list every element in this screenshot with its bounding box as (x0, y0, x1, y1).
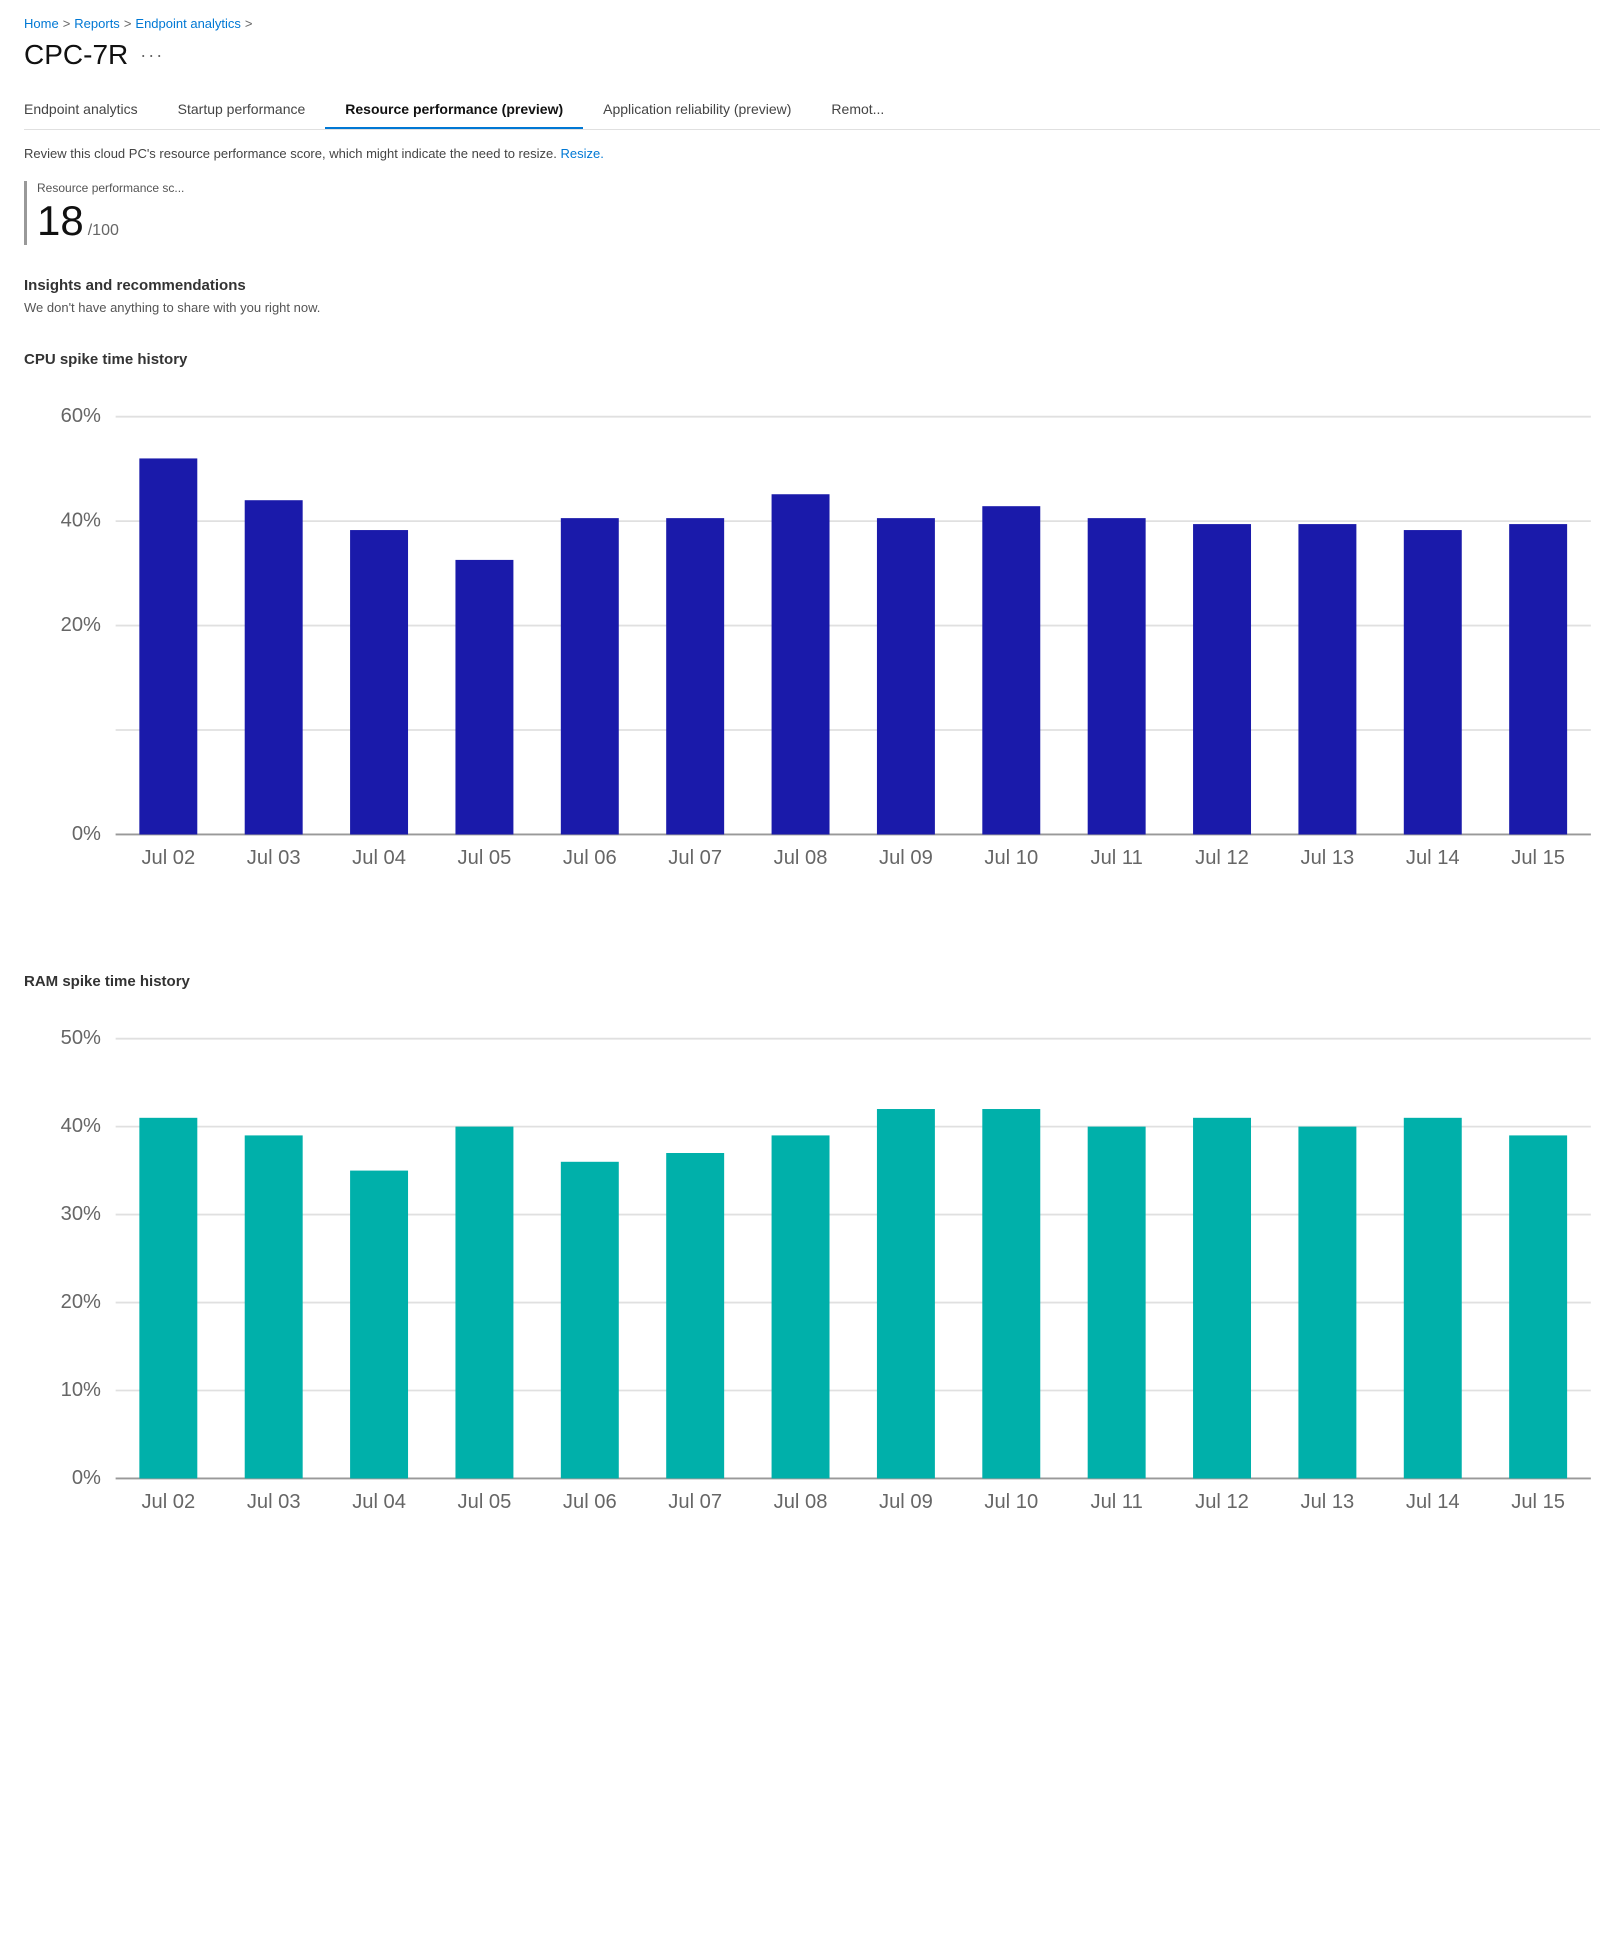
svg-text:20%: 20% (61, 1291, 101, 1313)
cpu-chart-section: CPU spike time history 60% 40% 20% 0% Ju… (24, 351, 1600, 933)
svg-text:Jul 12: Jul 12 (1195, 847, 1249, 869)
svg-text:Jul 13: Jul 13 (1301, 847, 1355, 869)
svg-text:20%: 20% (61, 614, 101, 636)
svg-text:Jul 08: Jul 08 (774, 1491, 828, 1513)
cpu-chart-container: 60% 40% 20% 0% Jul 02 Jul 03 Jul 04 Jul 05 J… (24, 380, 1600, 933)
svg-text:50%: 50% (61, 1027, 101, 1049)
svg-text:Jul 10: Jul 10 (984, 1491, 1038, 1513)
svg-text:Jul 11: Jul 11 (1091, 1491, 1143, 1513)
tab-remot[interactable]: Remot... (811, 91, 904, 129)
score-label: Resource performance sc... (37, 181, 1600, 195)
breadcrumb-endpoint-analytics[interactable]: Endpoint analytics (135, 16, 241, 31)
insights-title: Insights and recommendations (24, 277, 1600, 294)
svg-text:40%: 40% (61, 1115, 101, 1137)
svg-text:Jul 09: Jul 09 (879, 847, 933, 869)
svg-text:Jul 07: Jul 07 (668, 847, 722, 869)
svg-text:Jul 13: Jul 13 (1301, 1491, 1355, 1513)
ram-chart-container: 50% 40% 30% 20% 10% 0% Jul 02 Jul 03 Jul 0… (24, 1002, 1600, 1591)
svg-text:0%: 0% (72, 1467, 101, 1489)
breadcrumb-sep-1: > (63, 16, 71, 31)
page-title: CPC-7R (24, 39, 128, 71)
breadcrumb-sep-3: > (245, 16, 253, 31)
svg-text:Jul 03: Jul 03 (247, 847, 301, 869)
svg-text:Jul 02: Jul 02 (141, 847, 195, 869)
tab-application-reliability[interactable]: Application reliability (preview) (583, 91, 811, 129)
svg-text:Jul 04: Jul 04 (352, 847, 406, 869)
ram-chart-svg: 50% 40% 30% 20% 10% 0% Jul 02 Jul 03 Jul 0… (24, 1002, 1600, 1588)
svg-text:Jul 03: Jul 03 (247, 1491, 301, 1513)
svg-text:Jul 14: Jul 14 (1406, 847, 1460, 869)
svg-text:Jul 15: Jul 15 (1511, 847, 1565, 869)
score-value-row: 18 /100 (37, 197, 1600, 245)
svg-text:0%: 0% (72, 823, 101, 845)
insights-section: Insights and recommendations We don't ha… (24, 277, 1600, 315)
description-text: Review this cloud PC's resource performa… (24, 146, 557, 161)
tab-startup-performance[interactable]: Startup performance (158, 91, 326, 129)
svg-text:Jul 04: Jul 04 (352, 1491, 406, 1513)
tabs-container: Endpoint analytics Startup performance R… (24, 91, 1600, 130)
insights-text: We don't have anything to share with you… (24, 300, 1600, 315)
cpu-chart-svg: 60% 40% 20% 0% Jul 02 Jul 03 Jul 04 Jul 05 J… (24, 380, 1600, 930)
page-title-row: CPC-7R ··· (24, 39, 1600, 71)
svg-text:Jul 10: Jul 10 (984, 847, 1038, 869)
svg-text:Jul 05: Jul 05 (458, 1491, 512, 1513)
breadcrumb-sep-2: > (124, 16, 132, 31)
svg-text:Jul 06: Jul 06 (563, 847, 617, 869)
cpu-chart-title: CPU spike time history (24, 351, 1600, 368)
svg-text:Jul 12: Jul 12 (1195, 1491, 1249, 1513)
svg-text:Jul 05: Jul 05 (458, 847, 512, 869)
svg-text:10%: 10% (61, 1379, 101, 1401)
ram-chart-section: RAM spike time history 50% 40% 30% 20% 1… (24, 973, 1600, 1591)
page-menu-dots[interactable]: ··· (140, 45, 164, 66)
svg-text:30%: 30% (61, 1203, 101, 1225)
score-denominator: /100 (88, 222, 119, 240)
ram-chart-title: RAM spike time history (24, 973, 1600, 990)
svg-text:Jul 09: Jul 09 (879, 1491, 933, 1513)
tab-endpoint-analytics[interactable]: Endpoint analytics (24, 91, 158, 129)
svg-text:40%: 40% (61, 510, 101, 532)
svg-text:Jul 06: Jul 06 (563, 1491, 617, 1513)
svg-text:Jul 08: Jul 08 (774, 847, 828, 869)
breadcrumb-reports[interactable]: Reports (74, 16, 120, 31)
svg-text:Jul 15: Jul 15 (1511, 1491, 1565, 1513)
svg-text:Jul 14: Jul 14 (1406, 1491, 1460, 1513)
svg-text:Jul 11: Jul 11 (1091, 847, 1143, 869)
svg-text:Jul 07: Jul 07 (668, 1491, 722, 1513)
svg-text:Jul 02: Jul 02 (141, 1491, 195, 1513)
score-value: 18 (37, 197, 84, 245)
tab-resource-performance[interactable]: Resource performance (preview) (325, 91, 583, 129)
svg-text:60%: 60% (61, 405, 101, 427)
score-section: Resource performance sc... 18 /100 (24, 181, 1600, 245)
resize-link[interactable]: Resize. (560, 146, 603, 161)
page-description: Review this cloud PC's resource performa… (24, 146, 1600, 161)
breadcrumb-home[interactable]: Home (24, 16, 59, 31)
breadcrumb: Home > Reports > Endpoint analytics > (24, 16, 1600, 31)
